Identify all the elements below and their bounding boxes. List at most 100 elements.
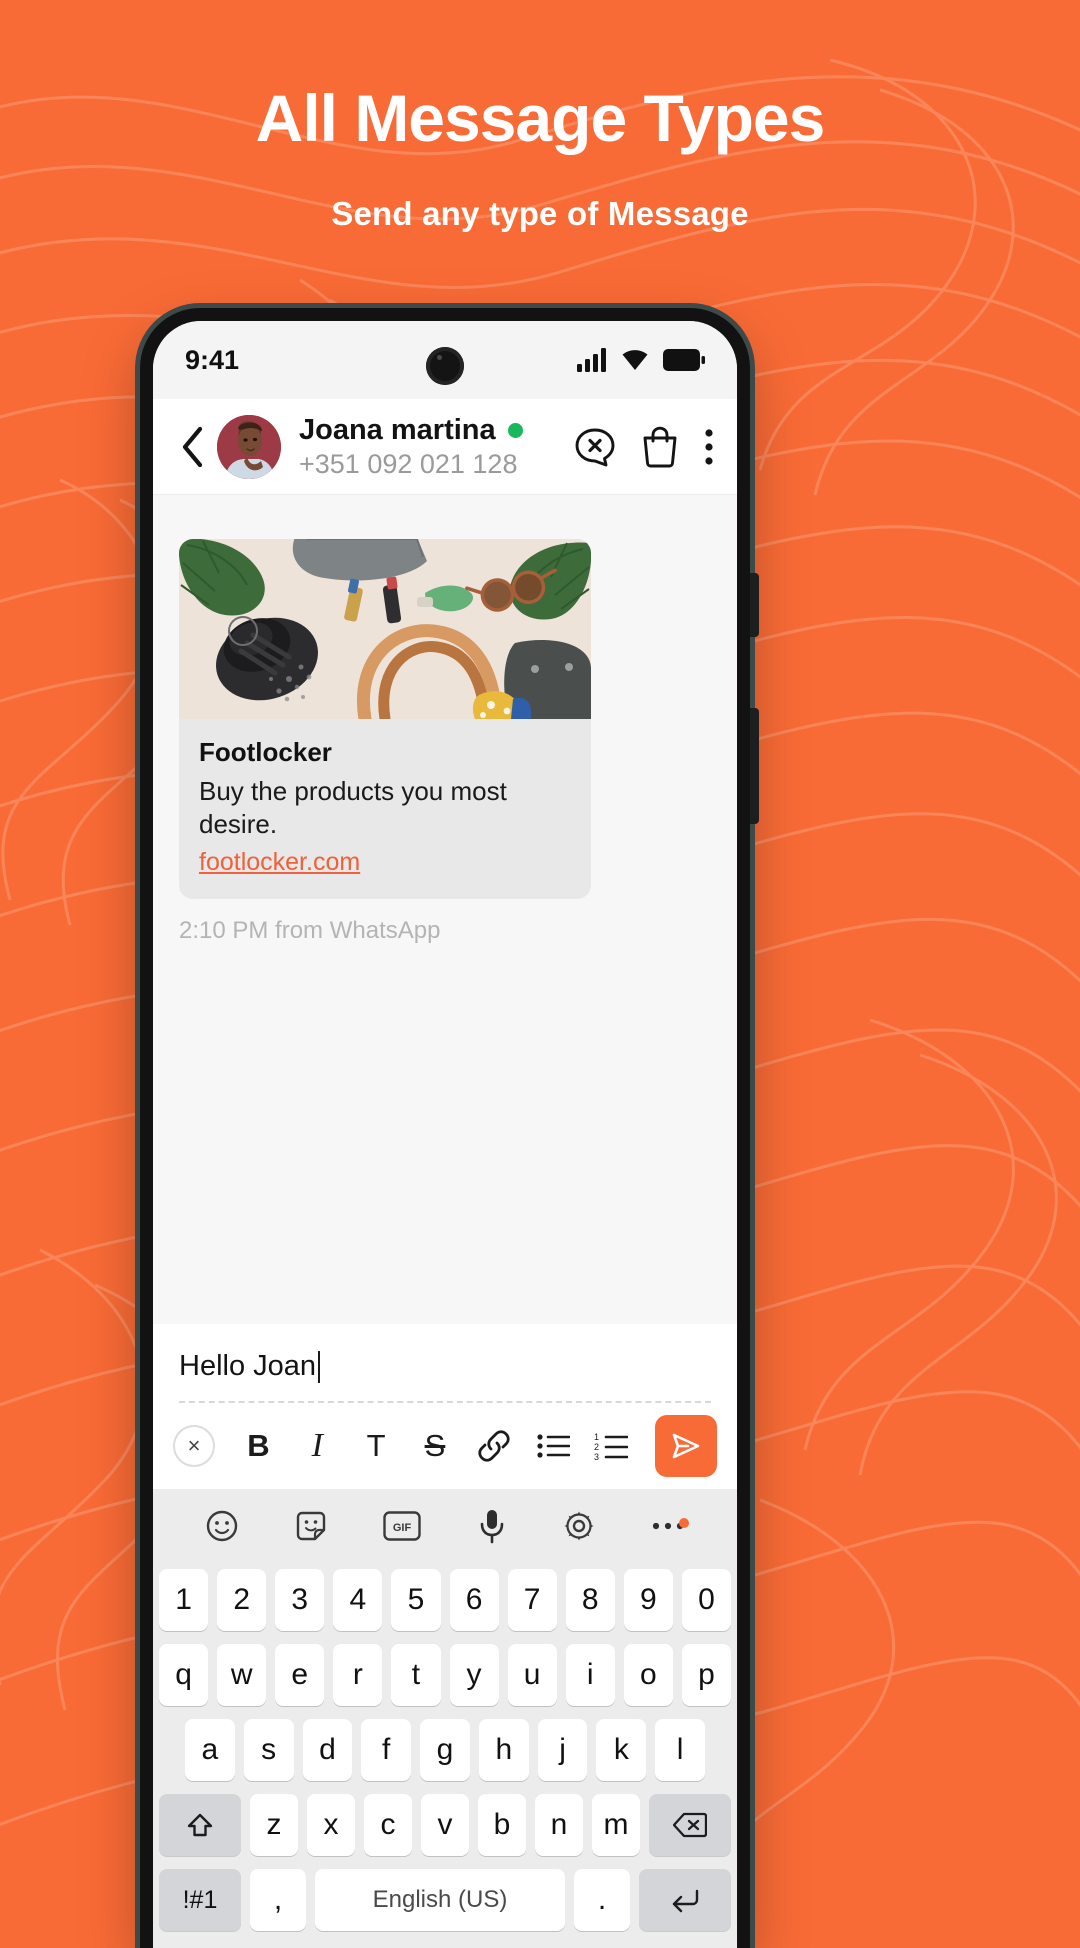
message-composer[interactable]: Hello Joan (153, 1324, 737, 1403)
chat-header: Joana martina +351 092 021 128 (153, 399, 737, 495)
italic-button[interactable]: I (297, 1421, 337, 1471)
composer-divider (179, 1401, 711, 1403)
key-g[interactable]: g (420, 1719, 470, 1781)
key-r[interactable]: r (333, 1644, 383, 1706)
page-subtitle: Send any type of Message (331, 194, 749, 232)
key-n[interactable]: n (535, 1794, 583, 1856)
svg-text:2: 2 (594, 1442, 599, 1452)
key-5[interactable]: 5 (391, 1569, 441, 1631)
gif-button[interactable]: GIF (383, 1511, 422, 1541)
key-e[interactable]: e (275, 1644, 325, 1706)
key-u[interactable]: u (507, 1644, 557, 1706)
more-options-button[interactable] (703, 425, 715, 469)
link-preview-card[interactable]: Footlocker Buy the products you most des… (179, 539, 591, 899)
key-4[interactable]: 4 (333, 1569, 383, 1631)
bold-button[interactable]: B (238, 1421, 278, 1471)
card-title: Footlocker (199, 737, 332, 767)
keyboard-row-qwerty: q w e r t y u i o p (159, 1644, 731, 1706)
symbols-key[interactable]: !#1 (159, 1869, 241, 1931)
key-v[interactable]: v (421, 1794, 469, 1856)
back-button[interactable] (171, 426, 215, 468)
send-button[interactable] (655, 1415, 717, 1477)
key-z[interactable]: z (250, 1794, 298, 1856)
battery-icon (663, 349, 705, 371)
close-conversation-button[interactable] (573, 425, 617, 469)
keyboard-more-button[interactable] (651, 1518, 690, 1532)
chevron-left-icon (182, 426, 203, 467)
keyboard-settings-button[interactable] (562, 1509, 596, 1543)
status-bar: 9:41 (153, 321, 737, 399)
key-h[interactable]: h (478, 1719, 529, 1781)
key-t[interactable]: t (391, 1644, 441, 1706)
key-y[interactable]: y (449, 1644, 499, 1706)
key-s[interactable]: s (243, 1719, 294, 1781)
shopping-bag-button[interactable] (639, 425, 681, 469)
online-status-dot (507, 422, 523, 438)
keyboard-row-numbers: 1 2 3 4 5 6 7 8 9 0 (159, 1569, 731, 1631)
microphone-button[interactable] (477, 1508, 507, 1544)
svg-text:1: 1 (594, 1432, 599, 1442)
keyboard-toolbar: GIF (153, 1489, 737, 1563)
key-i[interactable]: i (565, 1644, 615, 1706)
speech-bubble-x-icon (575, 428, 615, 466)
status-icons (577, 348, 705, 372)
key-7[interactable]: 7 (507, 1569, 557, 1631)
period-key[interactable]: . (574, 1869, 630, 1931)
shift-key[interactable] (159, 1794, 241, 1856)
key-q[interactable]: q (159, 1644, 209, 1706)
link-button[interactable] (474, 1421, 514, 1471)
message-input[interactable]: Hello Joan (179, 1350, 711, 1383)
key-8[interactable]: 8 (565, 1569, 615, 1631)
key-d[interactable]: d (302, 1719, 353, 1781)
key-b[interactable]: b (478, 1794, 526, 1856)
text-style-button[interactable]: T (356, 1421, 396, 1471)
notification-badge (679, 1518, 690, 1528)
key-6[interactable]: 6 (449, 1569, 499, 1631)
contact-name: Joana martina (299, 413, 496, 446)
avatar[interactable] (217, 414, 281, 479)
key-m[interactable]: m (592, 1794, 640, 1856)
signal-bars-icon (577, 348, 606, 372)
key-x[interactable]: x (307, 1794, 355, 1856)
key-f[interactable]: f (361, 1719, 412, 1781)
key-l[interactable]: l (655, 1719, 706, 1781)
sticker-button[interactable] (294, 1509, 328, 1543)
key-1[interactable]: 1 (159, 1569, 209, 1631)
space-key[interactable]: English (US) (315, 1869, 565, 1931)
message-input-value: Hello Joan (179, 1350, 317, 1382)
key-c[interactable]: c (364, 1794, 412, 1856)
svg-text:3: 3 (594, 1452, 599, 1461)
strikethrough-button[interactable]: S (415, 1421, 455, 1471)
format-toolbar: × B I T S 1 2 3 (153, 1403, 737, 1489)
enter-key[interactable] (639, 1869, 731, 1931)
card-body: Footlocker Buy the products you most des… (179, 719, 591, 899)
send-paper-plane-icon (672, 1433, 700, 1459)
key-k[interactable]: k (596, 1719, 647, 1781)
svg-text:GIF: GIF (393, 1522, 412, 1534)
key-o[interactable]: o (623, 1644, 673, 1706)
message-timestamp: 2:10 PM from WhatsApp (179, 917, 441, 944)
card-link[interactable]: footlocker.com (199, 848, 360, 877)
backspace-key[interactable] (649, 1794, 731, 1856)
numbered-list-button[interactable]: 1 2 3 (591, 1421, 631, 1471)
bullet-list-button[interactable] (533, 1421, 573, 1471)
status-time: 9:41 (185, 344, 240, 375)
comma-key[interactable]: , (250, 1869, 306, 1931)
format-buttons: B I T S 1 2 3 (215, 1421, 655, 1471)
key-j[interactable]: j (537, 1719, 588, 1781)
key-0[interactable]: 0 (681, 1569, 731, 1631)
key-9[interactable]: 9 (623, 1569, 673, 1631)
link-icon (478, 1430, 510, 1462)
key-3[interactable]: 3 (275, 1569, 325, 1631)
phone-screen: 9:41 Joana martina +351 092 021 128 Foot… (153, 321, 737, 1948)
phone-side-button-power (750, 708, 759, 824)
keyboard-rows: 1 2 3 4 5 6 7 8 9 0 q w e r t y u i o p … (153, 1563, 737, 1931)
close-formatting-button[interactable]: × (173, 1425, 215, 1467)
key-p[interactable]: p (681, 1644, 731, 1706)
key-w[interactable]: w (217, 1644, 267, 1706)
keyboard-row-asdf: a s d f g h j k l (159, 1719, 731, 1781)
key-2[interactable]: 2 (217, 1569, 267, 1631)
key-a[interactable]: a (184, 1719, 235, 1781)
gif-icon: GIF (383, 1511, 422, 1541)
emoji-button[interactable] (205, 1509, 239, 1543)
